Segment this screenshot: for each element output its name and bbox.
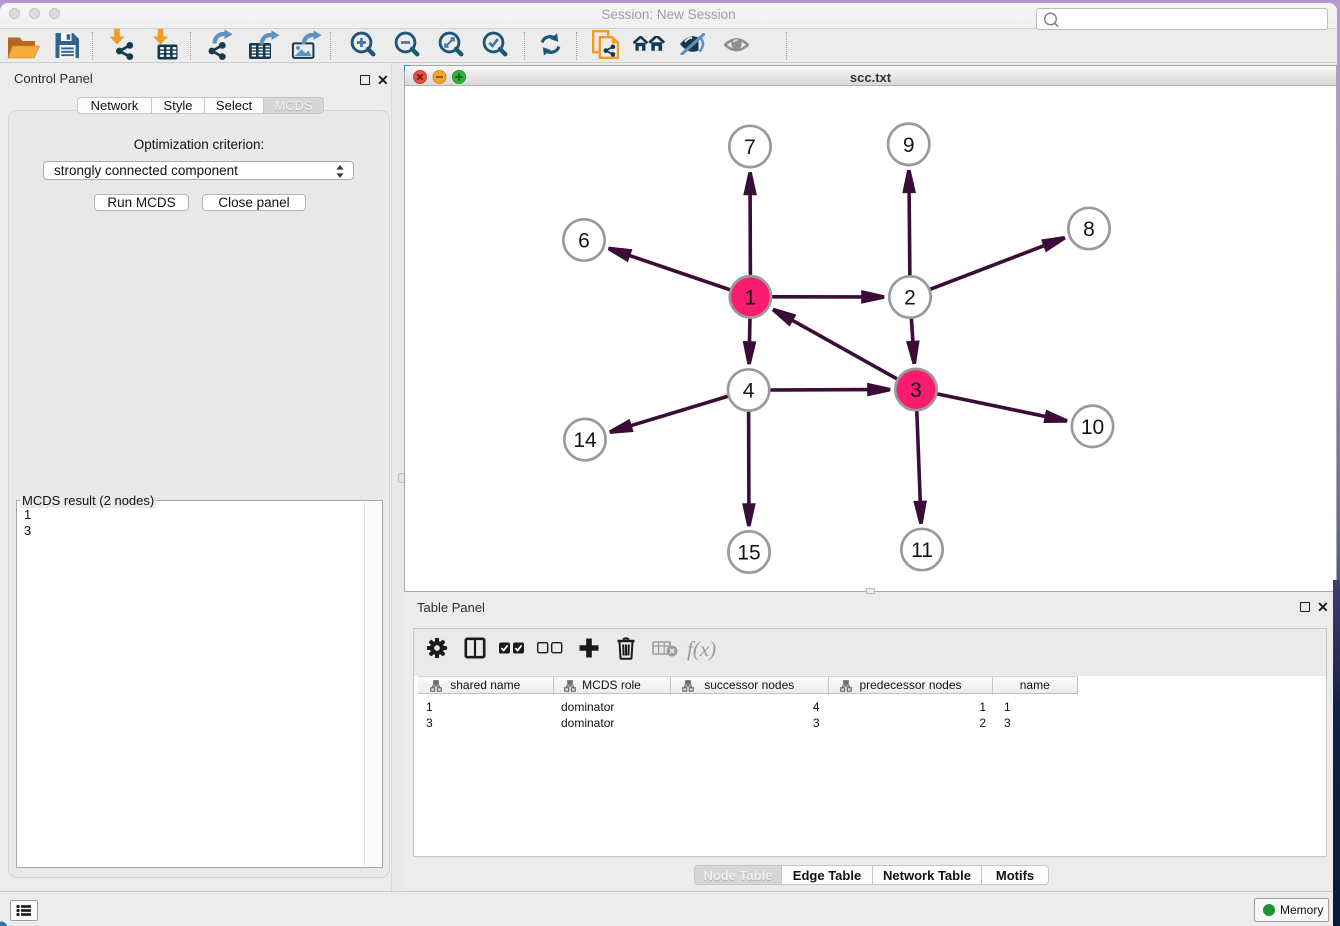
svg-text:3: 3 — [910, 379, 922, 402]
svg-text:10: 10 — [1081, 416, 1104, 439]
svg-text:11: 11 — [911, 539, 933, 562]
svg-text:9: 9 — [903, 134, 915, 157]
svg-text:2: 2 — [904, 287, 916, 310]
svg-text:7: 7 — [744, 136, 756, 159]
svg-text:8: 8 — [1083, 218, 1095, 241]
svg-text:1: 1 — [745, 286, 757, 309]
svg-text:15: 15 — [737, 542, 760, 565]
svg-text:4: 4 — [743, 380, 755, 403]
svg-text:6: 6 — [578, 230, 590, 253]
svg-text:14: 14 — [573, 429, 597, 452]
